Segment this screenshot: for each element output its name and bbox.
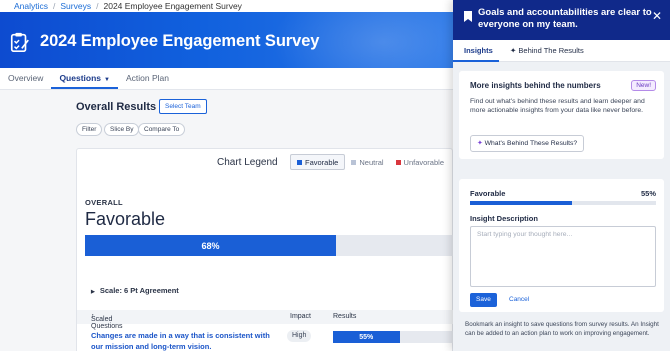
insight-description-field[interactable] xyxy=(470,226,656,287)
select-team-button[interactable]: Select Team xyxy=(159,99,207,114)
question-link[interactable]: Changes are made in a way that is consis… xyxy=(91,330,281,351)
overall-label: OVERALL xyxy=(85,198,123,207)
column-header-label: Scaled Questions xyxy=(91,316,123,330)
panel-title: Goals and accountabilities are clear to … xyxy=(478,7,652,30)
tab-questions[interactable]: Questions ▼ xyxy=(51,68,118,89)
panel-tabs: Insights ✦ Behind The Results xyxy=(453,40,670,62)
insight-form: Favorable 55% Insight Description Save C… xyxy=(459,179,664,312)
slice-by-button[interactable]: Slice By xyxy=(104,123,140,136)
insight-panel: Goals and accountabilities are clear to … xyxy=(453,0,670,351)
overall-value: 68% xyxy=(201,240,220,251)
scale-label: Scale: 6 Pt Agreement xyxy=(99,286,179,295)
section-heading: Overall Results xyxy=(76,101,157,113)
bookmark-icon[interactable] xyxy=(464,11,472,22)
promo-body: Find out what's behind these results and… xyxy=(470,98,645,114)
legend-item-unfavorable[interactable]: Unfavorable xyxy=(390,154,450,170)
compare-to-button[interactable]: Compare To xyxy=(138,123,186,136)
breadcrumb-separator: / xyxy=(96,1,99,11)
legend-swatch xyxy=(297,159,302,165)
result-bar: 55% xyxy=(333,331,454,343)
panel-body: More insights behind the numbers New! Fi… xyxy=(453,62,670,351)
overall-category: Favorable xyxy=(85,209,166,229)
filter-button[interactable]: Filter xyxy=(76,123,103,136)
close-icon[interactable]: ✕ xyxy=(652,9,662,23)
metric-label: Favorable xyxy=(470,189,506,198)
save-button[interactable]: Save xyxy=(470,293,497,307)
tab-insights[interactable]: Insights xyxy=(464,46,493,55)
chart-legend-title: Chart Legend xyxy=(217,157,278,168)
legend-item-neutral[interactable]: Neutral xyxy=(345,154,389,170)
metric-bar xyxy=(470,201,656,205)
tab-label: Overview xyxy=(8,73,44,83)
legend-swatch xyxy=(351,159,357,165)
legend-item-favorable[interactable]: Favorable xyxy=(290,154,346,170)
table-header: Scaled Questions ↑ Impact Results xyxy=(77,310,454,330)
result-value: 55% xyxy=(359,333,374,341)
result-bar-fill: 55% xyxy=(333,331,400,343)
scale-toggle[interactable]: ▶ Scale: 6 Pt Agreement xyxy=(91,286,179,295)
legend-label: Unfavorable xyxy=(403,157,444,167)
column-header-results: Results xyxy=(333,313,357,320)
breadcrumb-current: 2024 Employee Engagement Survey xyxy=(103,1,242,11)
description-label: Insight Description xyxy=(470,214,538,223)
panel-header: Goals and accountabilities are clear to … xyxy=(453,0,670,40)
tab-label: Action Plan xyxy=(125,73,169,83)
page-tabs: Overview Questions ▼ Action Plan xyxy=(0,68,453,90)
metric-value: 55% xyxy=(640,189,656,198)
metric-bar-fill xyxy=(470,201,573,205)
chevron-down-icon: ▼ xyxy=(104,77,110,83)
chevron-right-icon: ▶ xyxy=(91,289,95,295)
panel-footer-text: Bookmark an insight to save questions fr… xyxy=(465,321,659,337)
survey-banner: 2024 Employee Engagement Survey xyxy=(0,12,453,68)
insights-promo-card: More insights behind the numbers New! Fi… xyxy=(459,71,664,159)
chart-legend: Favorable Neutral Unfavorable xyxy=(290,154,450,170)
breadcrumb: Analytics / Surveys / 2024 Employee Enga… xyxy=(0,0,453,12)
page-title: 2024 Employee Engagement Survey xyxy=(40,32,320,50)
results-card: Chart Legend Favorable Neutral Unfavorab… xyxy=(76,148,454,351)
legend-swatch xyxy=(395,159,401,165)
whats-behind-results-button[interactable]: ✦ What's Behind These Results? xyxy=(470,135,585,152)
sparkle-icon: ✦ xyxy=(477,140,483,147)
promo-heading: More insights behind the numbers xyxy=(470,81,601,90)
tab-label: Questions xyxy=(59,73,101,83)
cancel-button[interactable]: Cancel xyxy=(509,293,529,307)
tab-action-plan[interactable]: Action Plan xyxy=(118,68,177,89)
column-header-questions[interactable]: Scaled Questions ↑ xyxy=(91,313,123,330)
overall-bar: 68% xyxy=(85,235,454,256)
tab-label: Behind The Results xyxy=(518,46,584,55)
legend-label: Neutral xyxy=(359,157,384,167)
overall-bar-fill: 68% xyxy=(85,235,336,256)
new-badge: New! xyxy=(631,80,656,91)
button-label: What's Behind These Results? xyxy=(484,140,578,147)
survey-clipboard-icon xyxy=(10,32,29,52)
sparkle-icon: ✦ xyxy=(510,46,517,55)
column-header-impact: Impact xyxy=(290,313,312,320)
impact-badge: High xyxy=(287,330,312,342)
breadcrumb-analytics[interactable]: Analytics xyxy=(14,1,48,11)
breadcrumb-separator: / xyxy=(53,1,56,11)
tab-overview[interactable]: Overview xyxy=(0,68,51,89)
tab-behind-the-results[interactable]: ✦ Behind The Results xyxy=(510,46,584,55)
legend-label: Favorable xyxy=(305,157,339,167)
breadcrumb-surveys[interactable]: Surveys xyxy=(60,1,91,11)
